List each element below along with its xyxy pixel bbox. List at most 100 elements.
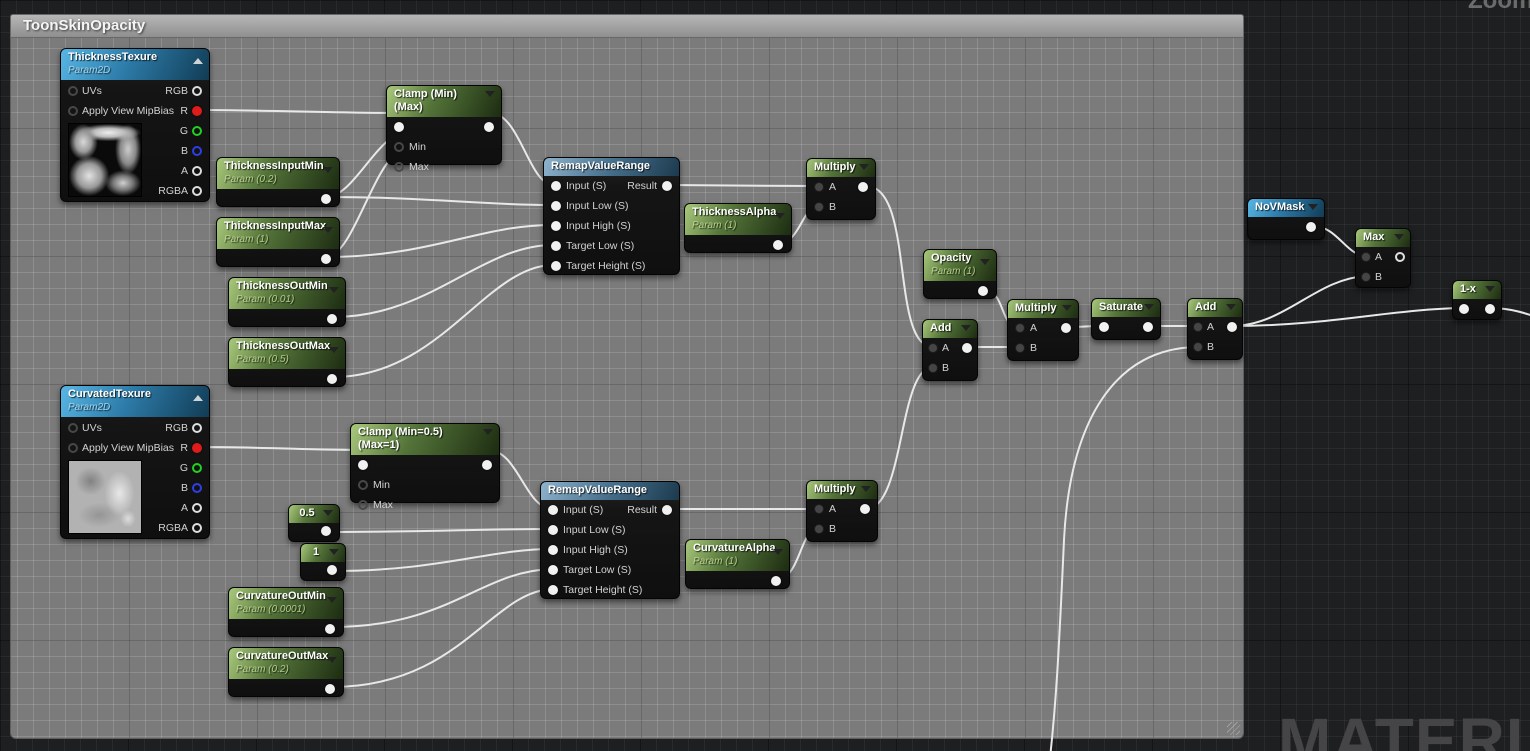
pin-a-input[interactable]	[1015, 323, 1025, 333]
node-header[interactable]: 0.5	[289, 505, 339, 523]
node-header[interactable]: Multiply	[1008, 300, 1078, 318]
dropdown-icon[interactable]	[329, 549, 339, 555]
node-header[interactable]: CurvatureAlpha Param (1)	[686, 540, 789, 571]
pin-r-output[interactable]	[192, 443, 202, 453]
node-remap-curvature[interactable]: RemapValueRange Input (S) Result Input L…	[540, 481, 680, 599]
dropdown-icon[interactable]	[775, 213, 785, 219]
pin-result-output[interactable]	[858, 182, 868, 192]
pin-value-output[interactable]	[325, 624, 335, 634]
pin-a-input[interactable]	[1361, 252, 1371, 262]
pin-rgb-output[interactable]	[192, 86, 202, 96]
collapse-icon[interactable]	[193, 58, 203, 64]
pin-input[interactable]	[1459, 304, 1469, 314]
comment-resize-handle[interactable]	[1227, 722, 1240, 735]
node-header[interactable]: Add	[923, 320, 977, 338]
pin-result-output[interactable]	[860, 504, 870, 514]
pin-result-output[interactable]	[484, 122, 494, 132]
comment-header[interactable]: ToonSkinOpacity	[10, 14, 1244, 38]
pin-min-input[interactable]	[394, 142, 404, 152]
pin-value-output[interactable]	[773, 240, 783, 250]
pin-target-height[interactable]	[548, 585, 558, 595]
pin-g-output[interactable]	[192, 126, 202, 136]
dropdown-icon[interactable]	[773, 549, 783, 555]
graph-canvas[interactable]: Zoom MATERIAL ToonSkinOpacity	[0, 0, 1530, 751]
node-multiply-thickness[interactable]: Multiply A B	[806, 158, 876, 220]
node-multiply-curvature[interactable]: Multiply A B	[806, 480, 878, 542]
node-header[interactable]: ThicknessAlpha Param (1)	[685, 204, 791, 235]
pin-g-output[interactable]	[192, 463, 202, 473]
node-header[interactable]: Clamp (Min=0.5) (Max=1)	[351, 424, 499, 455]
pin-input-low[interactable]	[548, 525, 558, 535]
node-curvature-texture[interactable]: CurvatedTexure Param2D UVs Apply View Mi…	[60, 385, 210, 539]
node-header[interactable]: RemapValueRange	[541, 482, 679, 500]
pin-value-output[interactable]	[327, 314, 337, 324]
pin-mipbias-input[interactable]	[68, 106, 78, 116]
dropdown-icon[interactable]	[1394, 234, 1404, 240]
node-header[interactable]: Add	[1188, 299, 1242, 317]
pin-value-output[interactable]	[327, 565, 337, 575]
node-header[interactable]: ThicknessInputMin Param (0.2)	[217, 158, 339, 189]
pin-input-low[interactable]	[551, 201, 561, 211]
pin-b-input[interactable]	[1015, 343, 1025, 353]
pin-a-input[interactable]	[928, 343, 938, 353]
node-header[interactable]: ThicknessOutMax Param (0.5)	[229, 338, 345, 369]
pin-input[interactable]	[551, 181, 561, 191]
node-saturate[interactable]: Saturate	[1091, 298, 1161, 340]
pin-result-output[interactable]	[662, 181, 672, 191]
node-header[interactable]: Opacity Param (1)	[924, 250, 996, 281]
pin-b-input[interactable]	[1193, 342, 1203, 352]
node-thickness-alpha[interactable]: ThicknessAlpha Param (1)	[684, 203, 792, 253]
dropdown-icon[interactable]	[980, 259, 990, 265]
pin-value-output[interactable]	[321, 254, 331, 264]
node-add-center[interactable]: Add A B	[922, 319, 978, 381]
node-curvature-alpha[interactable]: CurvatureAlpha Param (1)	[685, 539, 790, 589]
node-header[interactable]: ThicknessTexure Param2D	[61, 49, 209, 80]
pin-input[interactable]	[548, 505, 558, 515]
pin-b-output[interactable]	[192, 483, 202, 493]
pin-mipbias-input[interactable]	[68, 443, 78, 453]
dropdown-icon[interactable]	[1062, 305, 1072, 311]
pin-max-input[interactable]	[394, 162, 404, 172]
pin-b-input[interactable]	[814, 202, 824, 212]
node-add-final[interactable]: Add A B	[1187, 298, 1243, 360]
pin-value-output[interactable]	[1306, 222, 1316, 232]
node-remap-thickness[interactable]: RemapValueRange Input (S) Result Input L…	[543, 157, 680, 275]
pin-a-output[interactable]	[192, 166, 202, 176]
node-header[interactable]: CurvatedTexure Param2D	[61, 386, 209, 417]
pin-uvs-input[interactable]	[68, 423, 78, 433]
pin-a-input[interactable]	[814, 504, 824, 514]
pin-result-output[interactable]	[1061, 323, 1071, 333]
pin-input-high[interactable]	[551, 221, 561, 231]
node-header[interactable]: RemapValueRange	[544, 158, 679, 176]
pin-input[interactable]	[358, 460, 368, 470]
node-header[interactable]: ThicknessInputMax Param (1)	[217, 218, 339, 249]
pin-result-output[interactable]	[1395, 252, 1405, 262]
collapse-icon[interactable]	[193, 395, 203, 401]
pin-r-output[interactable]	[192, 106, 202, 116]
pin-input[interactable]	[394, 122, 404, 132]
dropdown-icon[interactable]	[323, 227, 333, 233]
pin-result-output[interactable]	[662, 505, 672, 515]
node-clamp-curvature[interactable]: Clamp (Min=0.5) (Max=1) Min Max	[350, 423, 500, 503]
dropdown-icon[interactable]	[327, 657, 337, 663]
node-const-one[interactable]: 1	[300, 543, 346, 581]
node-header[interactable]: Max	[1356, 229, 1410, 247]
node-header[interactable]: Saturate	[1092, 299, 1160, 317]
node-thickness-out-min[interactable]: ThicknessOutMin Param (0.01)	[228, 277, 346, 327]
node-thickness-out-max[interactable]: ThicknessOutMax Param (0.5)	[228, 337, 346, 387]
pin-a-input[interactable]	[814, 182, 824, 192]
pin-rgba-output[interactable]	[192, 186, 202, 196]
pin-result-output[interactable]	[1143, 322, 1153, 332]
node-header[interactable]: CurvatureOutMin Param (0.0001)	[229, 588, 343, 619]
node-thickness-texture[interactable]: ThicknessTexure Param2D UVs Apply View M…	[60, 48, 210, 202]
node-curvature-out-min[interactable]: CurvatureOutMin Param (0.0001)	[228, 587, 344, 637]
pin-result-output[interactable]	[1227, 322, 1237, 332]
dropdown-icon[interactable]	[1485, 286, 1495, 292]
node-header[interactable]: 1	[301, 544, 345, 562]
dropdown-icon[interactable]	[329, 347, 339, 353]
node-header[interactable]: CurvatureOutMax Param (0.2)	[229, 648, 343, 679]
node-const-half[interactable]: 0.5	[288, 504, 340, 542]
pin-value-output[interactable]	[321, 526, 331, 536]
node-header[interactable]: Multiply	[807, 159, 875, 177]
node-one-minus-x[interactable]: 1-x	[1452, 280, 1502, 320]
